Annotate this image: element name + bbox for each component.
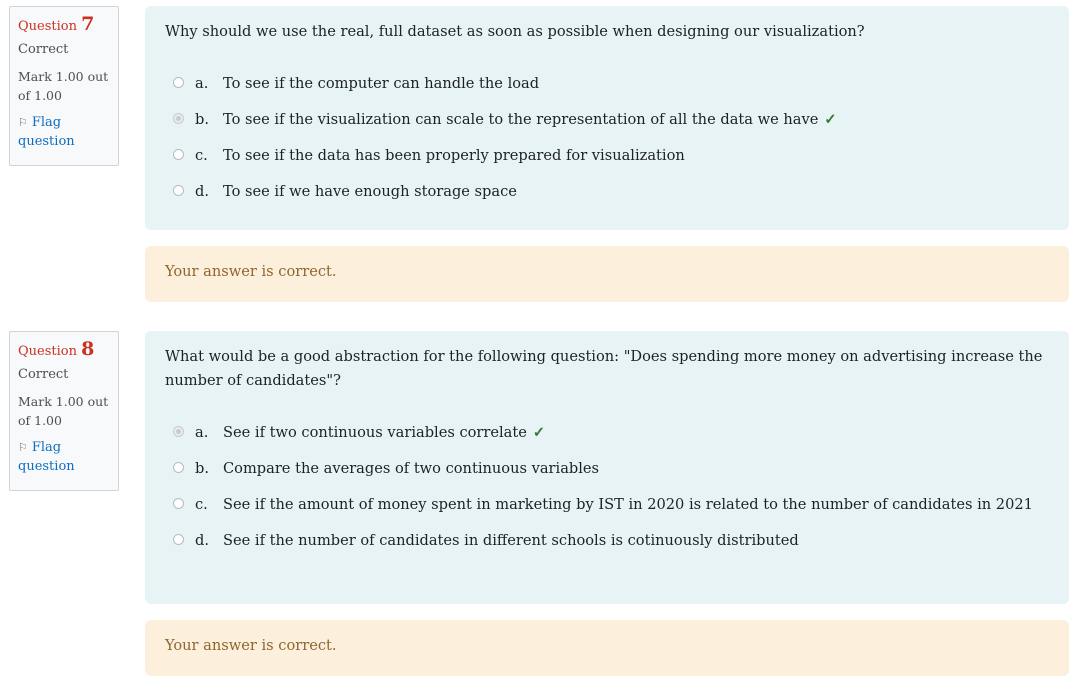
answer-letter: a. <box>195 424 209 441</box>
answer-text: Compare the averages of two continuous v… <box>223 460 600 477</box>
answer-option-a[interactable]: a. See if two continuous variables corre… <box>165 421 1049 445</box>
question-number: Question 8 <box>18 339 110 362</box>
flag-question-link[interactable]: ⚐ Flag question <box>18 438 110 476</box>
answer-option-c[interactable]: c. See if the amount of money spent in m… <box>165 493 1049 517</box>
answer-letter: d. <box>195 532 209 549</box>
answer-option-d[interactable]: d. To see if we have enough storage spac… <box>165 180 1049 204</box>
answer-option-a[interactable]: a. To see if the computer can handle the… <box>165 72 1049 96</box>
flag-icon: ⚐ <box>18 116 28 129</box>
question-grade: Mark 1.00 out of 1.00 <box>18 69 109 103</box>
question-number: Question 7 <box>18 14 110 37</box>
question-text: Why should we use the real, full dataset… <box>165 23 865 40</box>
flag-question-link[interactable]: ⚐ Flag question <box>18 113 110 151</box>
radio-button[interactable] <box>173 534 184 545</box>
answer-letter: c. <box>195 147 208 164</box>
answer-option-b[interactable]: b. To see if the visualization can scale… <box>165 108 1049 132</box>
answer-options: a. See if two continuous variables corre… <box>165 421 1049 553</box>
question-text: What would be a good abstraction for the… <box>165 348 1043 389</box>
question-formulation-8: What would be a good abstraction for the… <box>145 331 1069 604</box>
answer-text: To see if we have enough storage space <box>223 183 517 200</box>
question-number-value: 7 <box>81 13 95 35</box>
answer-text: To see if the data has been properly pre… <box>223 147 685 164</box>
check-icon: ✓ <box>532 424 546 441</box>
answer-text-wrap: See if two continuous variables correlat… <box>223 421 1049 445</box>
question-state: Correct <box>18 42 69 57</box>
answer-option-c[interactable]: c. To see if the data has been properly … <box>165 144 1049 168</box>
answer-text-wrap: To see if the visualization can scale to… <box>223 108 1049 132</box>
answer-text: See if two continuous variables correlat… <box>223 424 527 441</box>
answer-letter: b. <box>195 111 209 128</box>
answer-options: a. To see if the computer can handle the… <box>165 72 1049 204</box>
feedback-7: Your answer is correct. <box>145 246 1069 302</box>
answer-letter: c. <box>195 496 208 513</box>
radio-button[interactable] <box>173 149 184 160</box>
radio-button[interactable] <box>173 462 184 473</box>
answer-option-b[interactable]: b. Compare the averages of two continuou… <box>165 457 1049 481</box>
answer-letter: a. <box>195 75 209 92</box>
feedback-8: Your answer is correct. <box>145 620 1069 676</box>
question-label: Question <box>18 19 77 34</box>
answer-option-d[interactable]: d. See if the number of candidates in di… <box>165 529 1049 553</box>
question-grade: Mark 1.00 out of 1.00 <box>18 394 109 428</box>
answer-text: To see if the visualization can scale to… <box>223 111 819 128</box>
answer-letter: b. <box>195 460 209 477</box>
question-formulation-7: Why should we use the real, full dataset… <box>145 6 1069 230</box>
radio-button[interactable] <box>173 113 184 124</box>
check-icon: ✓ <box>824 111 837 128</box>
question-info-7: Question 7 Correct Mark 1.00 out of 1.00… <box>9 6 119 166</box>
radio-button[interactable] <box>173 426 184 437</box>
question-number-value: 8 <box>81 338 95 360</box>
question-info-8: Question 8 Correct Mark 1.00 out of 1.00… <box>9 331 119 491</box>
radio-button[interactable] <box>173 77 184 88</box>
radio-button[interactable] <box>173 498 184 509</box>
question-label: Question <box>18 344 77 359</box>
answer-text: To see if the computer can handle the lo… <box>223 75 540 92</box>
radio-button[interactable] <box>173 185 184 196</box>
answer-letter: d. <box>195 183 209 200</box>
flag-icon: ⚐ <box>18 441 28 454</box>
answer-text: See if the amount of money spent in mark… <box>223 496 1033 513</box>
question-state: Correct <box>18 367 69 382</box>
answer-text: See if the number of candidates in diffe… <box>223 532 799 549</box>
